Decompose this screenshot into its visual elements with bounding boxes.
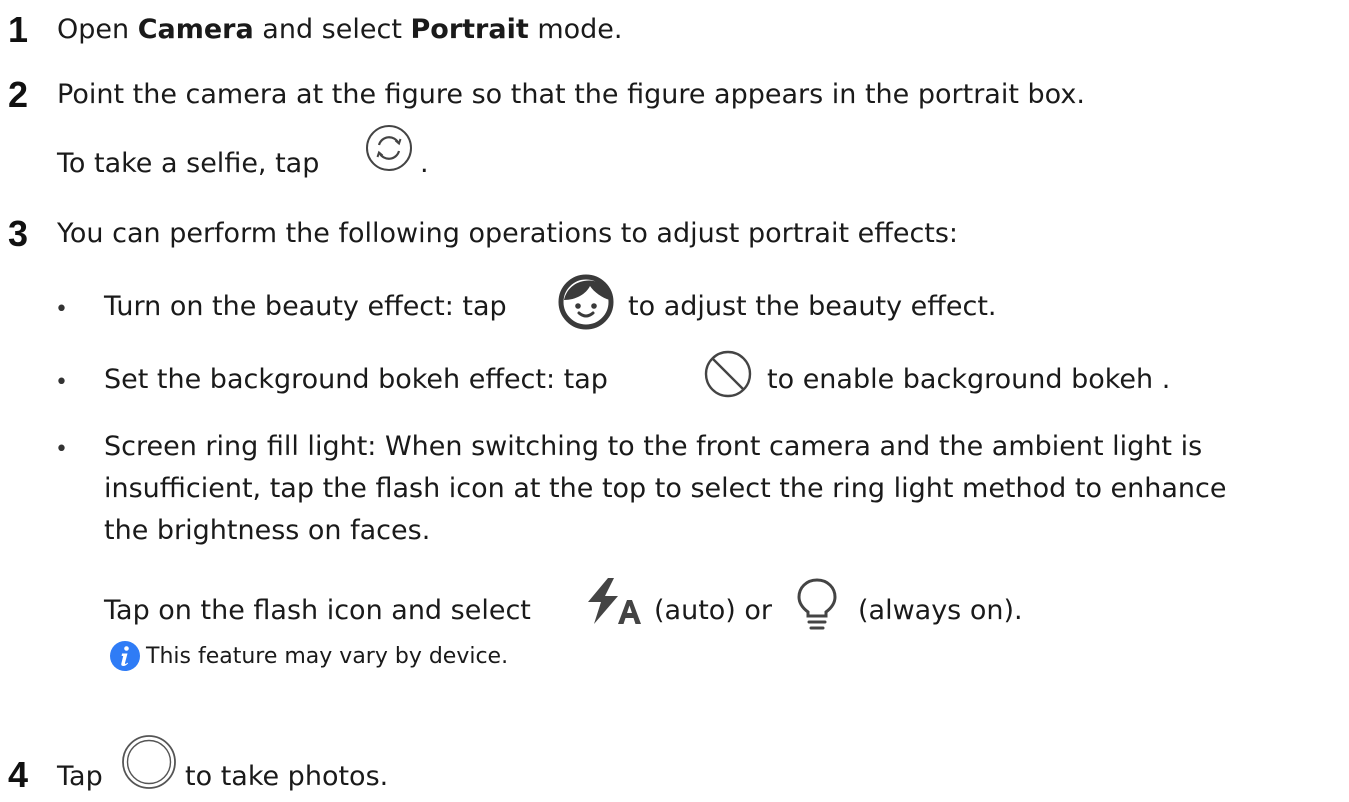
bokeh-text-after: to enable background bokeh . bbox=[767, 364, 1171, 395]
camera-app-name: Camera bbox=[137, 14, 254, 45]
step-2-line-2-before: To take a selfie, tap bbox=[57, 148, 320, 179]
flash-text-mid: (auto) or bbox=[654, 595, 773, 626]
step-2-line-2: To take a selfie, tap bbox=[57, 147, 319, 181]
bokeh-aperture-icon bbox=[702, 348, 754, 400]
step-2-number: 2 bbox=[8, 74, 29, 115]
ring-light-line-2: insufficient, tap the flash icon at the … bbox=[104, 473, 1227, 504]
bullet-marker: • bbox=[55, 437, 68, 462]
flash-text-before: Tap on the flash icon and select bbox=[104, 595, 531, 626]
ring-light-bulb-icon bbox=[792, 576, 842, 632]
step-4-text-before: Tap bbox=[57, 761, 103, 792]
bullet-marker: • bbox=[55, 370, 68, 395]
step-3-intro: You can perform the following operations… bbox=[57, 218, 959, 249]
step-1-text-c: mode. bbox=[528, 14, 623, 45]
switch-camera-icon bbox=[365, 124, 413, 172]
bokeh-text-before: Set the background bokeh effect: tap bbox=[104, 364, 608, 395]
device-note: This feature may vary by device. bbox=[146, 644, 509, 669]
step-1-text: Open Camera and select Portrait mode. bbox=[57, 13, 623, 47]
flash-auto-icon bbox=[584, 576, 644, 628]
ring-light-line-1: Screen ring fill light: When switching t… bbox=[104, 431, 1203, 462]
step-1-text-b: and select bbox=[253, 14, 411, 45]
step-4-number: 4 bbox=[8, 754, 29, 795]
bullet-marker: • bbox=[55, 297, 68, 322]
step-4-text-after: to take photos. bbox=[185, 761, 389, 792]
step-3-number: 3 bbox=[8, 213, 29, 254]
step-1-text-a: Open bbox=[57, 14, 138, 45]
shutter-icon bbox=[121, 734, 177, 790]
beauty-face-icon bbox=[558, 274, 614, 330]
portrait-mode-name: Portrait bbox=[410, 14, 529, 45]
ring-light-line-3: the brightness on faces. bbox=[104, 515, 431, 546]
step-2-line-2-after: . bbox=[420, 148, 429, 179]
beauty-text-before: Turn on the beauty effect: tap bbox=[104, 291, 507, 322]
step-2-line-1: Point the camera at the figure so that t… bbox=[57, 79, 1085, 110]
step-1-number: 1 bbox=[8, 9, 29, 50]
info-icon bbox=[109, 640, 141, 672]
beauty-text-after: to adjust the beauty effect. bbox=[628, 291, 997, 322]
flash-text-after: (always on). bbox=[858, 595, 1023, 626]
